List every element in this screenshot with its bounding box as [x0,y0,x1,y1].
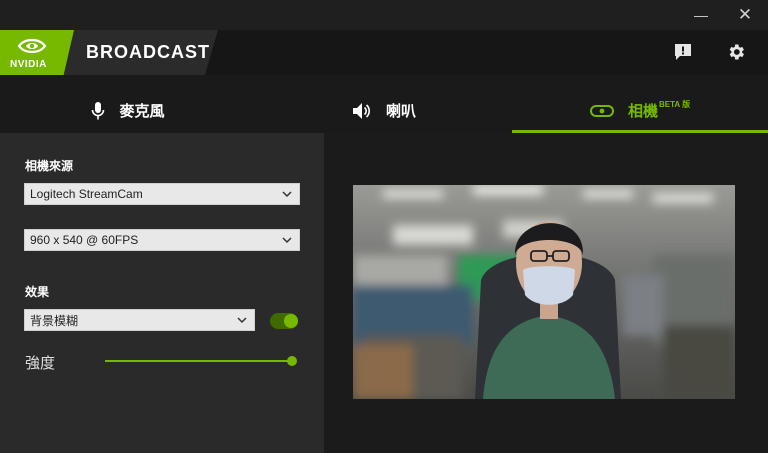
camera-source-value: Logitech StreamCam [30,187,143,201]
tab-speaker[interactable]: 喇叭 [256,88,512,133]
effect-label: 效果 [25,285,50,299]
tab-label-microphone: 麥克風 [119,103,165,120]
beta-badge: BETA 版 [658,100,691,109]
tab-microphone[interactable]: 麥克風 [0,88,256,133]
nvidia-logo: NVIDIA [0,30,74,75]
effect-value: 背景模糊 [30,313,79,328]
logo-text: NVIDIA [10,59,47,70]
camera-source-select[interactable]: Logitech StreamCam [24,183,300,205]
camera-source-label: 相機來源 [25,159,74,173]
chevron-down-icon [282,237,292,244]
feedback-button[interactable] [671,40,695,64]
tab-label-speaker: 喇叭 [385,103,416,120]
effect-toggle[interactable] [270,313,298,329]
speaker-icon [352,102,370,119]
app-title: BROADCAST [86,42,210,62]
minimize-button[interactable]: — [678,0,724,30]
settings-button[interactable] [724,40,748,64]
gear-icon [729,44,744,60]
close-button[interactable]: ✕ [722,0,768,30]
toggle-knob [284,314,298,328]
chevron-down-icon [282,191,292,198]
feedback-icon [675,44,691,60]
resolution-select[interactable]: 960 x 540 @ 60FPS [24,229,300,251]
chevron-down-icon [237,317,247,324]
strength-slider[interactable] [105,355,297,367]
slider-thumb[interactable] [287,356,297,366]
tab-label-camera: 相機 [627,103,658,120]
camera-preview [353,185,735,399]
title-bar [0,0,768,30]
effect-select[interactable]: 背景模糊 [24,309,255,331]
tab-camera[interactable]: 相機 BETA 版 [512,88,768,133]
nvidia-eye-icon [17,38,47,54]
microphone-icon [92,101,105,119]
slider-track [105,360,292,362]
resolution-value: 960 x 540 @ 60FPS [30,233,139,247]
webcam-icon [589,104,614,117]
strength-label: 強度 [25,355,56,372]
webcam-preview-image [353,185,735,399]
